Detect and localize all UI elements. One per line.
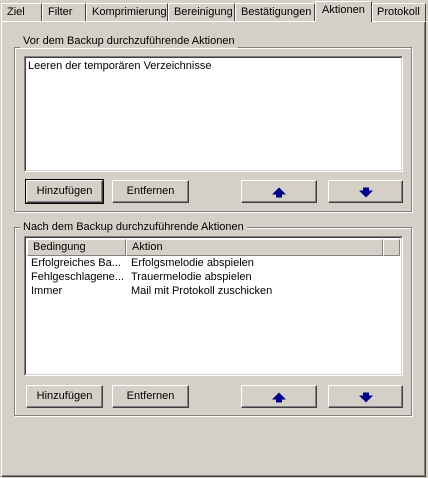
cell-condition: Erfolgreiches Ba... [31,257,121,269]
arrow-down-icon [358,187,373,197]
cell-action: Mail mit Protokoll zuschicken [131,285,273,297]
post-move-down-button[interactable] [328,385,403,408]
tab-strip: Ziel Filter Komprimierung Bereinigung Be… [0,0,428,22]
pre-move-down-button[interactable] [328,180,403,203]
cell-condition: Fehlgeschlagene... [31,271,124,283]
tab-filter[interactable]: Filter [42,3,86,21]
post-add-button[interactable]: Hinzufügen [26,385,103,408]
pre-backup-list[interactable]: Leeren der temporären Verzeichnisse [24,56,403,172]
tab-aktionen[interactable]: Aktionen [315,1,372,22]
pre-remove-button[interactable]: Entfernen [112,180,189,203]
table-row[interactable]: Fehlgeschlagene... Trauermelodie abspiel… [27,270,400,284]
table-header: Bedingung Aktion [27,239,400,256]
pre-backup-title: Vor dem Backup durchzuführende Aktionen [20,35,238,48]
post-move-up-button[interactable] [241,385,317,408]
tab-ziel[interactable]: Ziel [1,3,42,21]
pre-move-up-button[interactable] [241,180,317,203]
cell-condition: Immer [31,285,63,297]
post-remove-button[interactable]: Entfernen [112,385,189,408]
cell-action: Erfolgsmelodie abspielen [131,257,254,269]
tab-bestaetigungen[interactable]: Bestätigungen [235,3,315,21]
pre-add-button[interactable]: Hinzufügen [25,179,104,204]
table-row[interactable]: Erfolgreiches Ba... Erfolgsmelodie abspi… [27,256,400,270]
column-header-action[interactable]: Aktion [126,239,383,256]
column-header-spacer [383,239,400,256]
tab-bereinigung[interactable]: Bereinigung [168,3,235,21]
tab-protokoll[interactable]: Protokoll [372,3,426,21]
cell-action: Trauermelodie abspielen [131,271,252,283]
arrow-down-icon [358,392,373,402]
arrow-up-icon [272,187,286,197]
column-header-condition[interactable]: Bedingung [27,239,126,256]
tab-komprimierung[interactable]: Komprimierung [86,3,168,21]
arrow-up-icon [272,392,286,402]
table-row[interactable]: Immer Mail mit Protokoll zuschicken [27,284,400,298]
post-backup-title: Nach dem Backup durchzuführende Aktionen [20,221,247,234]
post-backup-table[interactable]: Bedingung Aktion Erfolgreiches Ba... Erf… [24,236,403,376]
list-item[interactable]: Leeren der temporären Verzeichnisse [28,60,211,73]
